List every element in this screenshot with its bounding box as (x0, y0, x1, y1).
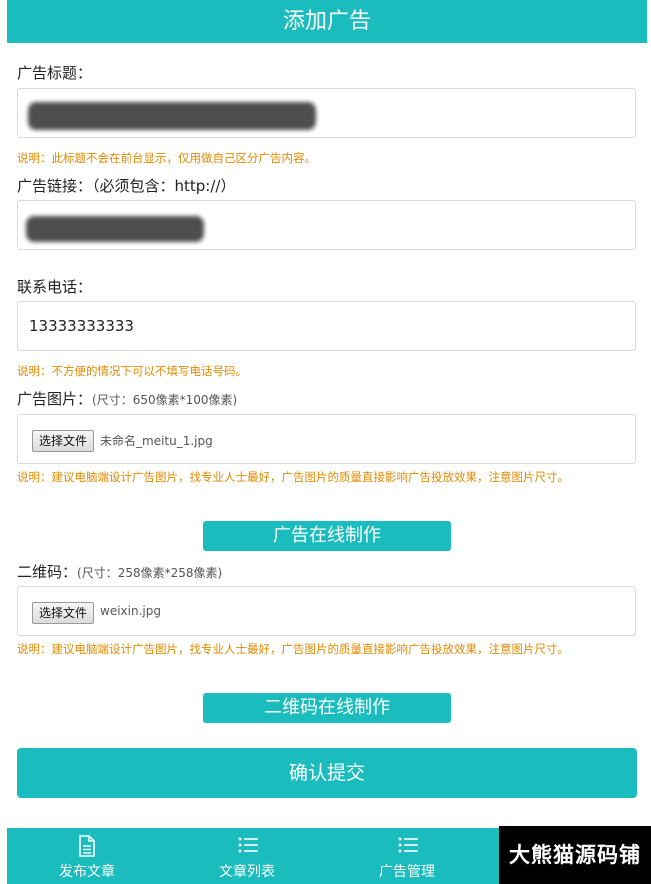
list-icon (238, 837, 258, 853)
ad-image-choose-file-button[interactable]: 选择文件 (32, 430, 95, 452)
phone-input[interactable]: 13333333333 (17, 301, 636, 351)
nav-item-publish-article[interactable]: 发布文章 (7, 828, 167, 884)
page-header: 添加广告 (7, 0, 647, 43)
ad-title-label: 广告标题： (17, 64, 93, 82)
ad-title-input[interactable] (17, 88, 636, 138)
nav-label: 广告管理 (379, 864, 435, 880)
qrcode-note: 说明：建议电脑端设计广告图片，找专业人士最好，广告图片的质量直接影响广告投放效果… (17, 642, 569, 656)
qrcode-online-make-button[interactable]: 二维码在线制作 (203, 693, 451, 723)
nav-label: 发布文章 (59, 864, 115, 880)
qrcode-file-field: 选择文件 weixin.jpg (17, 586, 636, 636)
redacted-text (28, 102, 316, 130)
watermark: 大熊猫源码铺 (499, 826, 651, 884)
nav-label: 文章列表 (219, 864, 275, 880)
qrcode-size-hint: (尺寸：258像素*258像素) (77, 566, 223, 580)
ad-image-file-name: 未命名_meitu_1.jpg (100, 434, 213, 448)
qrcode-choose-file-button[interactable]: 选择文件 (32, 602, 95, 624)
ad-link-label: 广告链接：（必须包含：http://） (17, 177, 236, 195)
phone-value: 13333333333 (29, 317, 134, 335)
qrcode-label: 二维码：(尺寸：258像素*258像素) (17, 561, 222, 582)
nav-item-ad-management[interactable]: 广告管理 (327, 828, 487, 884)
page-title: 添加广告 (282, 9, 371, 34)
submit-button[interactable]: 确认提交 (17, 748, 637, 798)
ad-image-file-field: 选择文件 未命名_meitu_1.jpg (17, 414, 636, 464)
ad-image-label-text: 广告图片： (17, 390, 93, 408)
qrcode-label-text: 二维码： (17, 563, 78, 581)
ad-image-size-hint: (尺寸：650像素*100像素) (92, 393, 238, 407)
phone-note: 说明：不方便的情况下可以不填写电话号码。 (17, 364, 247, 378)
list-icon (398, 837, 418, 853)
ad-image-note: 说明：建议电脑端设计广告图片，找专业人士最好，广告图片的质量直接影响广告投放效果… (17, 470, 569, 484)
ad-title-note: 说明：此标题不会在前台显示，仅用做自己区分广告内容。 (17, 151, 316, 165)
qrcode-file-name: weixin.jpg (100, 604, 161, 618)
ad-image-label: 广告图片：(尺寸：650像素*100像素) (17, 388, 237, 409)
ad-online-make-button[interactable]: 广告在线制作 (203, 521, 451, 551)
redacted-text (26, 216, 204, 242)
document-icon (79, 835, 95, 857)
nav-item-article-list[interactable]: 文章列表 (167, 828, 327, 884)
ad-link-input[interactable] (17, 200, 636, 250)
phone-label: 联系电话： (17, 278, 93, 296)
